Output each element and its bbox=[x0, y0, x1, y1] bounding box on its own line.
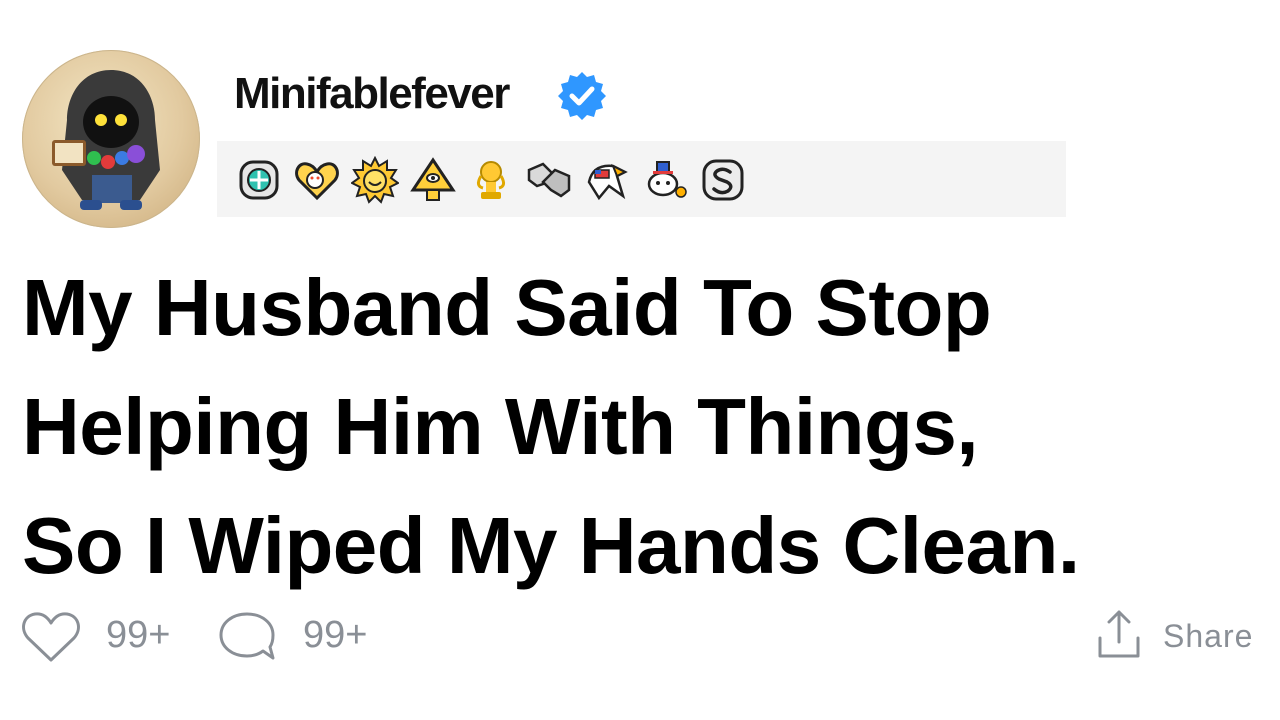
awards-strip bbox=[217, 141, 1066, 217]
share-icon[interactable] bbox=[1096, 608, 1142, 660]
user-avatar[interactable] bbox=[22, 50, 200, 228]
post-title-line: Helping Him With Things, bbox=[22, 382, 979, 471]
silver-s-award-icon[interactable] bbox=[699, 156, 747, 204]
handshake-award-icon[interactable] bbox=[525, 156, 573, 204]
post-title-line: My Husband Said To Stop bbox=[22, 263, 992, 352]
comment-bubble-icon[interactable] bbox=[218, 610, 276, 664]
post-title-line: So I Wiped My Hands Clean. bbox=[22, 501, 1080, 590]
like-count: 99+ bbox=[106, 614, 171, 656]
silver-badge-award-icon[interactable] bbox=[235, 156, 283, 204]
heart-icon[interactable] bbox=[20, 610, 82, 664]
hooded-figure-avatar-image bbox=[52, 70, 160, 210]
post-title: My Husband Said To Stop Helping Him With… bbox=[22, 248, 1272, 605]
snoo-award-icon[interactable] bbox=[641, 156, 689, 204]
comment-count: 99+ bbox=[303, 614, 368, 656]
username[interactable]: Minifablefever bbox=[234, 66, 510, 122]
verified-badge-icon bbox=[556, 69, 608, 121]
wholesome-heart-award-icon[interactable] bbox=[293, 156, 341, 204]
gold-trophy-award-icon[interactable] bbox=[467, 156, 515, 204]
eagle-award-icon[interactable] bbox=[583, 156, 631, 204]
post-actions-bar: 99+ 99+ Share bbox=[0, 600, 1280, 670]
pyramid-award-icon[interactable] bbox=[409, 156, 457, 204]
share-button-label[interactable]: Share bbox=[1163, 616, 1253, 656]
sun-award-icon[interactable] bbox=[351, 156, 399, 204]
